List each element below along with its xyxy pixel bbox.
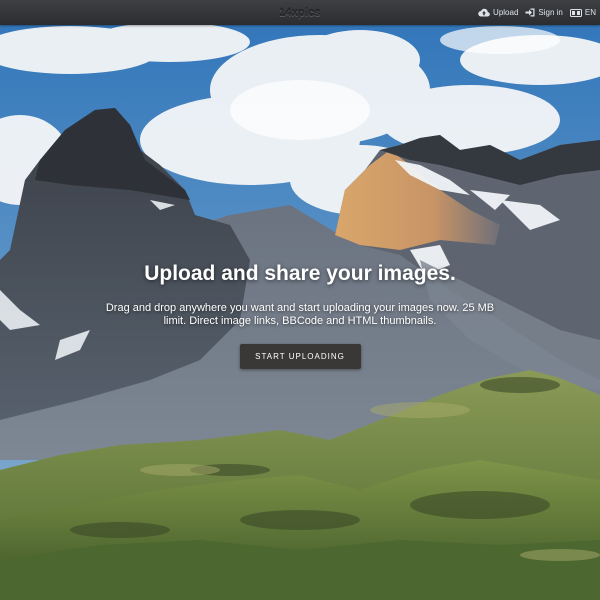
- language-label: EN: [584, 8, 596, 17]
- top-bar: 14xpics Upload Sign in EN: [0, 0, 600, 25]
- signin-link[interactable]: Sign in: [525, 8, 563, 17]
- upload-link[interactable]: Upload: [478, 8, 518, 17]
- top-nav: Upload Sign in EN: [471, 0, 596, 25]
- language-selector[interactable]: EN: [569, 8, 596, 17]
- hero-section: Upload and share your images. Drag and d…: [0, 262, 600, 369]
- upload-label: Upload: [493, 8, 519, 17]
- hero-headline: Upload and share your images.: [144, 262, 456, 285]
- start-uploading-button[interactable]: START UPLOADING: [239, 344, 361, 369]
- language-flag-icon: [569, 8, 582, 17]
- hero-subtext: Drag and drop anywhere you want and star…: [105, 302, 495, 327]
- sign-in-icon: [525, 8, 535, 17]
- cloud-upload-icon: [478, 8, 490, 17]
- signin-label: Sign in: [538, 8, 563, 17]
